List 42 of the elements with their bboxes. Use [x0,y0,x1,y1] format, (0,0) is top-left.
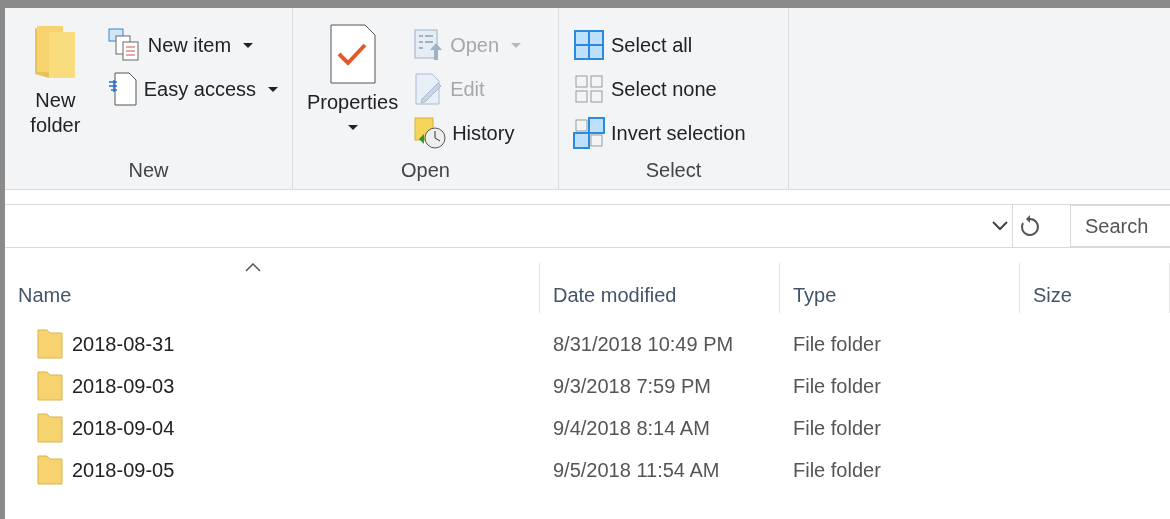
invert-selection-icon [573,117,605,149]
ribbon-button[interactable]: New item [103,26,282,64]
ribbon-button[interactable]: History [410,114,526,152]
group-label: Open [401,159,450,181]
column-header[interactable]: Type [780,263,1020,313]
ribbon-button[interactable]: Properties [303,16,403,155]
file-type: File folder [792,459,882,481]
open-icon [414,29,445,61]
document-icon [107,72,138,106]
select-none-icon [573,73,605,105]
folder-icon [37,371,63,401]
file-name[interactable]: 2018-08-31 [63,329,188,359]
date-modified: 8/31/2018 10:49 PM [552,333,735,355]
group-label: Select [645,159,702,181]
checkmark-document-icon [329,24,376,84]
refresh-icon [1019,215,1040,237]
folder-icon [37,329,63,359]
date-modified: 9/4/2018 8:14 AM [552,417,711,439]
group-label: New [128,159,169,181]
file-name[interactable]: 2018-09-04 [63,413,188,443]
folder-icon [37,413,63,443]
ribbon-button[interactable]: Invert selection [569,114,750,152]
file-type: File folder [792,333,882,355]
file-name[interactable]: 2018-09-03 [63,371,188,401]
file-name[interactable]: 2018-09-05 [63,455,188,485]
ribbon-button[interactable]: Select all [569,26,750,64]
dropdown-icon[interactable] [992,221,1008,231]
history-icon [414,117,447,149]
select-all-icon [573,29,605,61]
new-item-icon [107,28,142,62]
file-type: File folder [792,375,882,397]
search-field[interactable]: Search [1070,205,1170,247]
ribbon-button[interactable]: Select none [569,70,750,108]
ribbon-button[interactable]: Easy access [103,70,282,108]
folder-icon [37,455,63,485]
ribbon-button[interactable]: New folder [15,16,96,155]
date-modified: 9/3/2018 7:59 PM [552,375,712,397]
column-header[interactable]: Name [5,263,540,313]
file-type: File folder [792,417,882,439]
column-header[interactable]: Date modified [540,263,780,313]
column-header[interactable]: Size [1020,263,1170,313]
date-modified: 9/5/2018 11:54 AM [552,459,721,481]
